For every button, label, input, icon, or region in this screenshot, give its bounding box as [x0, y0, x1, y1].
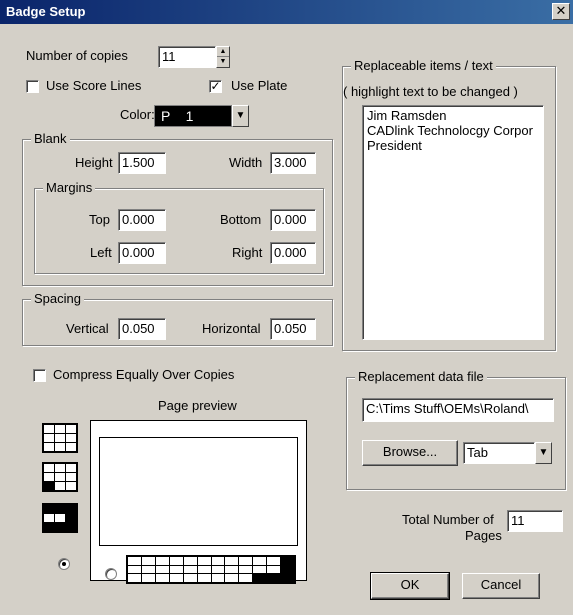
margin-left-input[interactable]: 0.000 — [118, 242, 166, 264]
replacement-file-input[interactable]: C:\Tims Stuff\OEMs\Roland\ — [362, 398, 554, 422]
cancel-button[interactable]: Cancel — [462, 573, 540, 599]
use-score-lines-label: Use Score Lines — [46, 78, 142, 93]
layout-3x3-icon[interactable] — [42, 423, 78, 453]
layout-3x2-icon[interactable] — [42, 462, 78, 492]
replaceable-hint: ( highlight text to be changed ) — [343, 84, 518, 99]
replacement-group: Replacement data file — [346, 369, 566, 490]
vertical-label: Vertical — [66, 321, 109, 336]
total-pages-label-line2: Pages — [465, 528, 502, 543]
horizontal-layout-radio[interactable] — [105, 568, 117, 580]
horizontal-spacing-input[interactable]: 0.050 — [270, 318, 316, 340]
use-plate-checkbox[interactable]: ✓ — [209, 80, 222, 93]
replaceable-legend: Replaceable items / text — [351, 58, 496, 73]
bottom-label: Bottom — [220, 212, 262, 227]
title-bar: Badge Setup ✕ — [0, 0, 573, 24]
spin-up-icon[interactable]: ▲ — [217, 47, 229, 57]
margin-top-input[interactable]: 0.000 — [118, 209, 166, 231]
badge-preview — [99, 437, 298, 546]
right-label: Right — [232, 245, 263, 260]
margin-bottom-input[interactable]: 0.000 — [270, 209, 316, 231]
replacement-legend: Replacement data file — [355, 369, 487, 384]
width-label: Width — [229, 155, 263, 170]
ok-button[interactable]: OK — [370, 572, 450, 600]
spin-down-icon[interactable]: ▼ — [217, 57, 229, 67]
compress-label: Compress Equally Over Copies — [53, 367, 235, 382]
list-item[interactable]: CADlink Technolocgy Corpor — [367, 123, 539, 138]
total-pages-label-line1: Total Number of — [402, 512, 494, 527]
delimiter-dropdown-icon[interactable]: ▼ — [535, 442, 552, 464]
vertical-spacing-input[interactable]: 0.050 — [118, 318, 166, 340]
list-item[interactable]: President — [367, 138, 539, 153]
height-input[interactable]: 1.500 — [118, 152, 166, 174]
checkmark-icon: ✓ — [210, 79, 221, 93]
margin-right-input[interactable]: 0.000 — [270, 242, 316, 264]
compress-checkbox[interactable] — [33, 369, 46, 382]
delimiter-select[interactable]: Tab — [463, 442, 535, 464]
window-title: Badge Setup — [6, 4, 86, 19]
use-plate-label: Use Plate — [231, 78, 288, 93]
copies-input[interactable]: 11 — [158, 46, 216, 68]
vertical-layout-radio[interactable] — [58, 558, 70, 570]
copies-spinner[interactable]: ▲ ▼ — [216, 46, 230, 68]
layout-horizontal-strip-icon[interactable] — [126, 555, 296, 584]
browse-button[interactable]: Browse... — [362, 440, 458, 466]
top-label: Top — [89, 212, 110, 227]
color-label: Color: — [120, 107, 155, 122]
close-button[interactable]: ✕ — [552, 3, 570, 20]
spacing-legend: Spacing — [31, 291, 84, 306]
blank-legend: Blank — [31, 131, 70, 146]
layout-partial-icon[interactable] — [42, 503, 78, 533]
color-select[interactable]: P 1 — [154, 105, 232, 127]
replaceable-items-list[interactable]: Jim Ramsden CADlink Technolocgy Corpor P… — [362, 105, 544, 340]
copies-label: Number of copies — [26, 48, 128, 63]
margins-legend: Margins — [43, 180, 96, 195]
total-pages-input[interactable]: 11 — [507, 510, 563, 532]
page-preview-label: Page preview — [158, 398, 237, 413]
height-label: Height — [75, 155, 113, 170]
left-label: Left — [90, 245, 112, 260]
close-icon: ✕ — [555, 3, 567, 18]
color-dropdown-icon[interactable]: ▼ — [232, 105, 249, 127]
list-item[interactable]: Jim Ramsden — [367, 108, 539, 123]
horizontal-label: Horizontal — [202, 321, 261, 336]
width-input[interactable]: 3.000 — [270, 152, 316, 174]
use-score-lines-checkbox[interactable] — [26, 80, 39, 93]
